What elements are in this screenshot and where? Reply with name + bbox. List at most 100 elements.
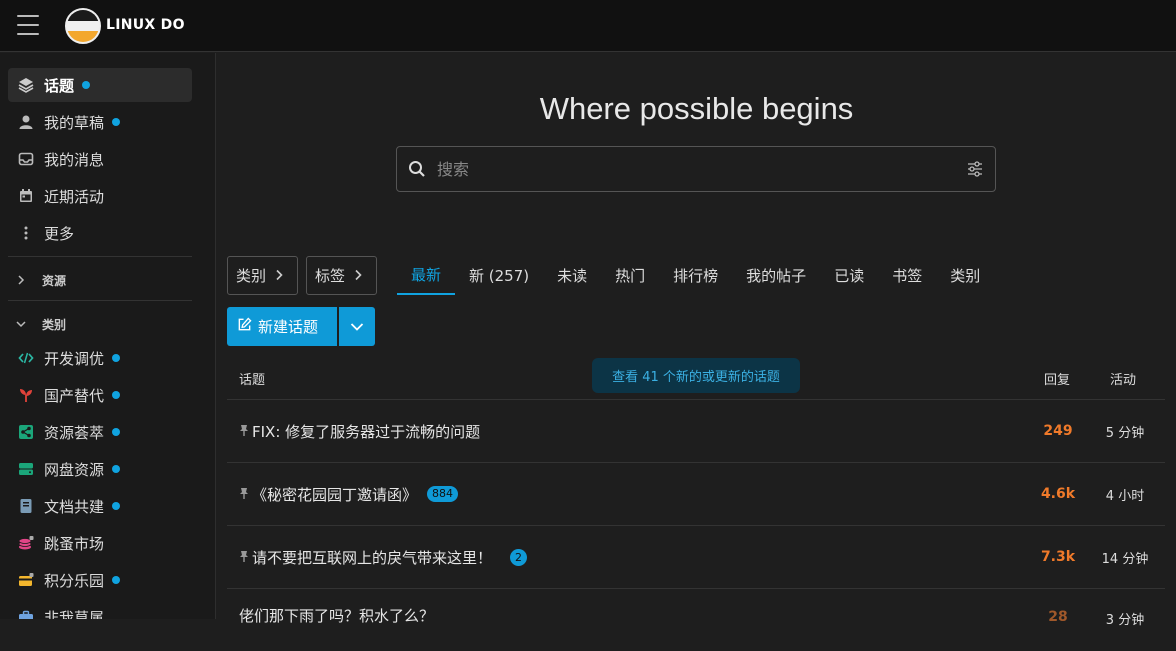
sidebar-item-label: 近期活动 (44, 187, 105, 206)
sidebar-item-topics[interactable]: 话题 (8, 68, 192, 102)
code-icon (16, 348, 36, 368)
sidebar-category-points[interactable]: 积分乐园 (8, 563, 192, 597)
sidebar-item-label: 网盘资源 (44, 460, 105, 479)
unread-dot (112, 428, 121, 436)
tab-my-posts[interactable]: 我的帖子 (732, 256, 820, 295)
sidebar-item-activity[interactable]: 近期活动 (8, 179, 192, 213)
dropdown-label: 标签 (315, 267, 346, 285)
search-box[interactable] (396, 146, 996, 192)
unread-dot (82, 81, 91, 89)
hamburger-menu-icon[interactable] (17, 15, 39, 35)
site-name[interactable]: LINUX DO (106, 17, 185, 33)
tags-dropdown[interactable]: 标签 (306, 256, 377, 295)
hero-title: Where possible begins (539, 91, 854, 126)
new-topic-button[interactable]: 新建话题 (227, 307, 337, 346)
new-topic-dropdown-button[interactable] (339, 307, 375, 346)
topic-title[interactable]: 《秘密花园园丁邀请函》 (252, 484, 417, 505)
sidebar-category-market[interactable]: 跳蚤市场 (8, 526, 192, 560)
tab-bookmarks[interactable]: 书签 (878, 256, 936, 295)
reply-count[interactable]: 28 (1017, 589, 1099, 651)
unread-dot (112, 576, 121, 584)
sidebar-category-resources[interactable]: 资源荟萃 (8, 415, 192, 449)
tab-hot[interactable]: 热门 (601, 256, 659, 295)
column-header-activity[interactable]: 活动 (1110, 369, 1136, 388)
sidebar-item-label: 文档共建 (44, 497, 105, 516)
column-header-replies[interactable]: 回复 (1044, 369, 1070, 388)
sidebar-item-more[interactable]: 更多 (8, 216, 192, 250)
topic-title[interactable]: 请不要把互联网上的戾气带来这里！ (252, 547, 492, 568)
unread-dot (112, 465, 121, 473)
chevron-right-icon (353, 267, 363, 285)
sidebar-section-categories[interactable]: 类别 (16, 316, 66, 333)
reply-count[interactable]: 4.6k (1017, 463, 1099, 525)
reply-count[interactable]: 249 (1017, 400, 1099, 462)
sprout-icon (16, 385, 36, 405)
filter-sliders-icon[interactable] (955, 160, 995, 178)
sidebar-item-label: 更多 (44, 224, 75, 243)
chevron-down-icon (350, 317, 364, 336)
more-vertical-icon (16, 223, 36, 243)
sidebar-item-label: 非我莫属 (44, 608, 105, 620)
tab-unread[interactable]: 未读 (543, 256, 601, 295)
pin-icon (239, 487, 249, 502)
tab-leaderboard[interactable]: 排行榜 (659, 256, 732, 295)
search-icon (397, 160, 437, 178)
sidebar-item-label: 我的草稿 (44, 113, 105, 132)
topic-row[interactable]: 《秘密花园园丁邀请函》 884 4.6k 4 小时 (227, 463, 1165, 525)
category-dropdown[interactable]: 类别 (227, 256, 298, 295)
activity-time[interactable]: 5 分钟 (1093, 400, 1157, 462)
user-icon (16, 112, 36, 132)
topic-title[interactable]: 佬们那下雨了吗？积水了么？ (239, 605, 434, 626)
card-icon (16, 570, 36, 590)
search-input[interactable] (437, 159, 955, 179)
share-icon (16, 422, 36, 442)
sidebar-item-label: 国产替代 (44, 386, 105, 405)
new-topic-label: 新建话题 (258, 318, 319, 336)
sidebar-category-jobs[interactable]: 非我莫属 (8, 600, 192, 619)
section-label: 资源 (42, 274, 67, 288)
topic-row[interactable]: 佬们那下雨了吗？积水了么？ 28 3 分钟 (227, 589, 1165, 651)
activity-time[interactable]: 14 分钟 (1093, 526, 1157, 588)
dropdown-label: 类别 (236, 267, 267, 285)
sidebar-category-dev[interactable]: 开发调优 (8, 341, 192, 375)
unread-dot (112, 118, 121, 126)
sidebar-item-label: 我的消息 (44, 150, 105, 169)
activity-time[interactable]: 4 小时 (1093, 463, 1157, 525)
sidebar-item-label: 话题 (44, 76, 75, 95)
sidebar-item-label: 开发调优 (44, 349, 105, 368)
topic-title-cell: 《秘密花园园丁邀请函》 884 (239, 463, 459, 525)
topic-title-cell: 佬们那下雨了吗？积水了么？ (239, 589, 434, 651)
sidebar-item-label: 跳蚤市场 (44, 534, 105, 553)
sidebar-section-resources[interactable]: 资源 (16, 272, 66, 289)
main-content: Where possible begins 类别 标签 最新 新 (257) 未… (217, 53, 1176, 628)
sidebar-divider (8, 256, 192, 257)
sidebar-item-drafts[interactable]: 我的草稿 (8, 105, 192, 139)
layers-icon (16, 75, 36, 95)
topic-row[interactable]: FIX: 修复了服务器过于流畅的问题 249 5 分钟 (227, 400, 1165, 462)
sidebar-item-messages[interactable]: 我的消息 (8, 142, 192, 176)
topic-nav: 最新 新 (257) 未读 热门 排行榜 我的帖子 已读 书签 类别 (397, 256, 994, 295)
site-logo[interactable] (65, 8, 101, 44)
sidebar-item-label: 资源荟萃 (44, 423, 105, 442)
new-topics-banner[interactable]: 查看 41 个新的或更新的话题 (592, 358, 800, 393)
tab-categories[interactable]: 类别 (936, 256, 994, 295)
column-header-topic[interactable]: 话题 (239, 369, 265, 388)
book-icon (16, 496, 36, 516)
reply-count[interactable]: 7.3k (1017, 526, 1099, 588)
sidebar-category-domestic[interactable]: 国产替代 (8, 378, 192, 412)
topic-title[interactable]: FIX: 修复了服务器过于流畅的问题 (252, 421, 480, 442)
activity-time[interactable]: 3 分钟 (1093, 589, 1157, 651)
briefcase-icon (16, 607, 36, 619)
chevron-right-icon (274, 267, 284, 285)
sidebar-category-docs[interactable]: 文档共建 (8, 489, 192, 523)
unread-dot (112, 354, 121, 362)
sidebar-category-netdisk[interactable]: 网盘资源 (8, 452, 192, 486)
unread-count-badge[interactable]: 884 (427, 486, 459, 502)
tab-read[interactable]: 已读 (820, 256, 878, 295)
unread-dot (112, 502, 121, 510)
tab-latest[interactable]: 最新 (397, 256, 456, 295)
topic-row[interactable]: 请不要把互联网上的戾气带来这里！ 2 7.3k 14 分钟 (227, 526, 1165, 588)
calendar-icon (16, 186, 36, 206)
unread-count-badge[interactable]: 2 (510, 548, 528, 566)
tab-new[interactable]: 新 (257) (455, 256, 543, 295)
